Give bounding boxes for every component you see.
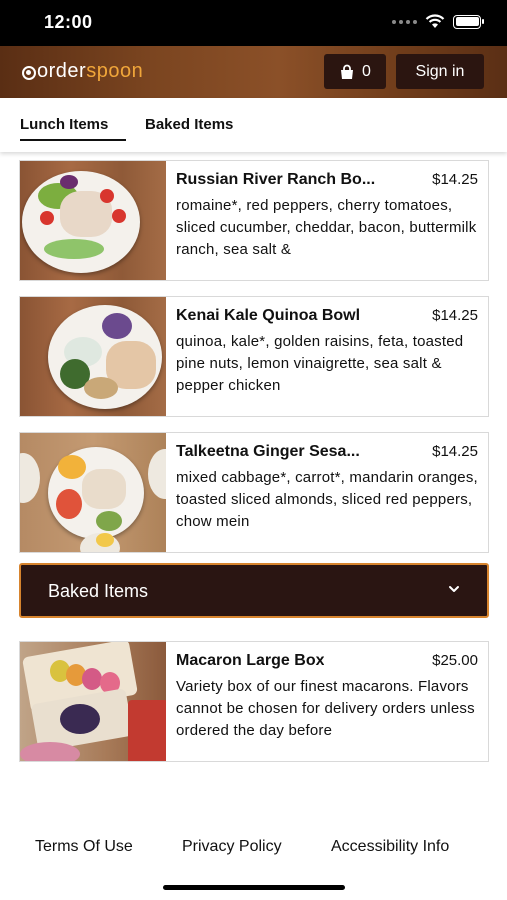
menu-item-image [20,433,166,552]
menu-item-card[interactable]: Macaron Large Box $25.00 Variety box of … [19,641,489,762]
privacy-policy-link[interactable]: Privacy Policy [182,838,282,856]
cellular-dots-icon [392,19,417,24]
menu-item-description: Variety box of our finest macarons. Flav… [176,678,475,739]
tab-baked-items[interactable]: Baked Items [145,116,233,133]
wifi-icon [425,14,445,28]
menu-item-price: $14.25 [432,307,478,324]
menu-item-card[interactable]: Kenai Kale Quinoa Bowl $14.25 quinoa, ka… [19,296,489,417]
orderspoon-logo[interactable]: order spoon [22,60,143,83]
menu-item-description: mixed cabbage*, carrot*, mandarin orange… [176,469,478,530]
menu-item-title: Russian River Ranch Bo... [176,171,376,188]
menu-item-price: $14.25 [432,171,478,188]
status-icons [392,14,484,29]
logo-text-order: order [37,60,87,82]
app-header: order spoon 0 Sign in [0,46,507,98]
category-tabs: Lunch Items Baked Items [0,98,507,152]
menu-item-description: romaine*, red peppers, cherry tomatoes, … [176,197,477,258]
menu-item-image [20,642,166,761]
menu-item-title: Macaron Large Box [176,652,325,669]
menu-item-card[interactable]: Talkeetna Ginger Sesa... $14.25 mixed ca… [19,432,489,553]
sign-in-button[interactable]: Sign in [396,54,484,89]
home-indicator[interactable] [163,885,345,890]
menu-item-card[interactable]: Russian River Ranch Bo... $14.25 romaine… [19,160,489,281]
shopping-bag-icon [341,64,354,79]
menu-item-image [20,297,166,416]
battery-icon [453,14,484,29]
logo-o-icon [22,65,36,80]
menu-item-price: $25.00 [432,652,478,669]
logo-text-spoon: spoon [86,60,144,82]
menu-item-price: $14.25 [432,443,478,460]
cart-count: 0 [362,62,371,80]
section-title: Baked Items [48,581,149,601]
tab-lunch-items[interactable]: Lunch Items [20,116,108,133]
status-bar: 12:00 [0,0,507,46]
cart-button[interactable]: 0 [324,54,386,89]
chevron-down-icon [449,586,459,592]
menu-item-description: quinoa, kale*, golden raisins, feta, toa… [176,333,464,394]
active-tab-indicator [20,139,126,141]
menu-item-title: Kenai Kale Quinoa Bowl [176,307,361,324]
accessibility-info-link[interactable]: Accessibility Info [331,838,449,856]
baked-items-section-toggle[interactable]: Baked Items [19,563,489,618]
menu-item-title: Talkeetna Ginger Sesa... [176,443,360,460]
terms-of-use-link[interactable]: Terms Of Use [35,838,133,856]
menu-item-image [20,161,166,280]
status-time: 12:00 [44,12,93,32]
